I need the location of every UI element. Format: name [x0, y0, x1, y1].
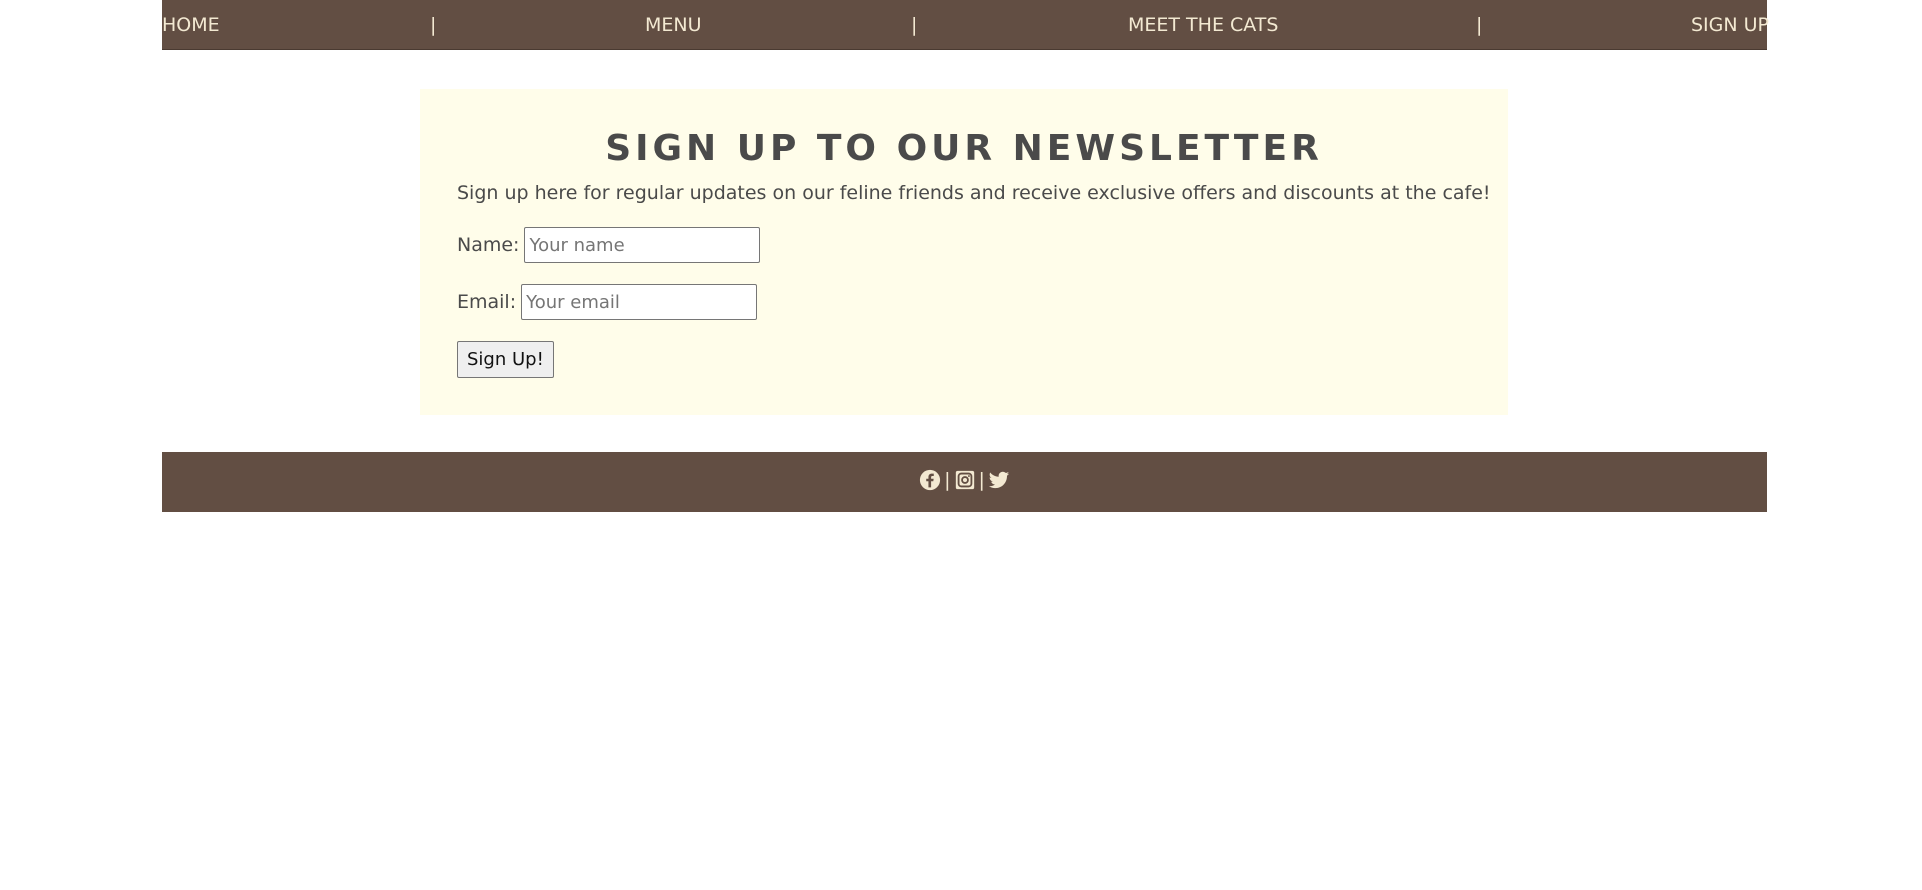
footer-separator: |	[978, 469, 985, 491]
twitter-icon[interactable]	[988, 469, 1010, 491]
email-input[interactable]	[521, 284, 758, 320]
page: HOME | MENU | MEET THE CATS | SIGN UP SI…	[0, 0, 1922, 890]
top-navbar: HOME | MENU | MEET THE CATS | SIGN UP	[162, 0, 1769, 50]
nav-link-home[interactable]: HOME	[162, 14, 220, 36]
nav-separator: |	[430, 14, 437, 36]
newsletter-panel: SIGN UP TO OUR NEWSLETTER Sign up here f…	[420, 89, 1508, 415]
footer-separator: |	[944, 469, 951, 491]
name-input[interactable]	[524, 227, 761, 263]
sign-up-button[interactable]: Sign Up!	[457, 341, 554, 378]
nav-link-sign-up[interactable]: SIGN UP	[1691, 14, 1769, 36]
facebook-icon[interactable]	[919, 469, 941, 491]
footer: | |	[162, 452, 1767, 512]
email-label: Email:	[457, 291, 517, 313]
newsletter-intro: Sign up here for regular updates on our …	[457, 182, 1491, 204]
name-label: Name:	[457, 234, 520, 256]
nav-link-meet-the-cats[interactable]: MEET THE CATS	[1128, 14, 1278, 36]
social-links: | |	[162, 469, 1767, 491]
instagram-icon[interactable]	[954, 469, 976, 491]
email-row: Email:	[457, 284, 758, 320]
name-row: Name:	[457, 227, 761, 263]
nav-link-menu[interactable]: MENU	[645, 14, 702, 36]
nav-separator: |	[1476, 14, 1483, 36]
newsletter-title: SIGN UP TO OUR NEWSLETTER	[605, 128, 1323, 169]
nav-separator: |	[911, 14, 918, 36]
